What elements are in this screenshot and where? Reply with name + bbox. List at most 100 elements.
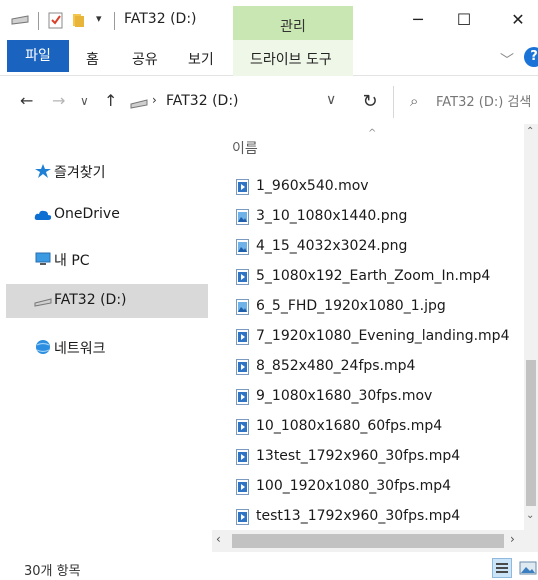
horizontal-scrollbar[interactable]: ‹ ›	[212, 530, 524, 552]
list-item[interactable]: 1_960x540.mov	[230, 172, 522, 202]
search-divider	[393, 86, 394, 118]
file-name: 6_5_FHD_1920x1080_1.jpg	[256, 298, 446, 314]
horizontal-scroll-thumb[interactable]	[232, 534, 504, 548]
video-file-icon	[236, 329, 249, 345]
sidebar-item-label: OneDrive	[54, 206, 120, 222]
file-name: 10_1080x1680_60fps.mp4	[256, 418, 443, 434]
tab-view[interactable]: 보기	[188, 49, 214, 69]
list-item[interactable]: 5_1080x192_Earth_Zoom_In.mp4	[230, 262, 522, 292]
video-file-icon	[236, 359, 249, 375]
list-item[interactable]: 8_852x480_24fps.mp4	[230, 352, 522, 382]
sidebar-item-quick-access[interactable]: 즐겨찾기	[6, 154, 208, 188]
list-item[interactable]: test13_1792x960_30fps.mp4	[230, 502, 522, 532]
tab-drive-tools[interactable]: 드라이브 도구	[250, 49, 332, 69]
search-box[interactable]: ⌕	[396, 86, 538, 118]
forward-button[interactable]: →	[52, 91, 65, 110]
list-item[interactable]: 3_10_1080x1440.png	[230, 202, 522, 232]
back-button[interactable]: ←	[20, 91, 33, 110]
navigation-pane: 즐겨찾기 OneDrive 내 PC FAT32 (D:) 네트워크	[0, 124, 210, 540]
ribbon-collapse-icon[interactable]: ﹀	[500, 50, 514, 70]
scrollbar-corner	[524, 530, 538, 552]
partial-list-item-text: · · · ·	[234, 158, 324, 164]
file-name: 9_1080x1680_30fps.mov	[256, 388, 433, 404]
computer-icon	[35, 252, 51, 265]
close-button[interactable]: ✕	[498, 8, 538, 32]
breadcrumb-arrow-icon[interactable]: ›	[152, 93, 157, 107]
title-bar: ▾ FAT32 (D:) 관리 ─ ☐ ✕	[0, 0, 538, 42]
cloud-icon	[34, 210, 52, 220]
sidebar-item-onedrive[interactable]: OneDrive	[6, 198, 208, 232]
qat-dropdown-icon[interactable]: ▾	[96, 12, 102, 25]
help-icon[interactable]: ?	[524, 47, 538, 67]
network-icon	[36, 340, 50, 354]
partial-list-item[interactable]: · · · ·	[234, 158, 324, 164]
new-folder-icon[interactable]	[72, 12, 90, 28]
sidebar-item-fat32-drive[interactable]: FAT32 (D:)	[6, 284, 208, 318]
file-name: 100_1920x1080_30fps.mp4	[256, 478, 452, 494]
sidebar-item-label: 내 PC	[54, 253, 90, 269]
up-button[interactable]: ↑	[104, 91, 117, 110]
tab-share[interactable]: 공유	[132, 49, 158, 69]
column-header-name[interactable]: 이름	[232, 138, 258, 158]
details-view-button[interactable]	[492, 558, 512, 578]
sidebar-item-network[interactable]: 네트워크	[6, 330, 208, 364]
scroll-right-icon[interactable]: ›	[510, 532, 515, 546]
star-icon	[35, 164, 51, 178]
file-name: 7_1920x1080_Evening_landing.mp4	[256, 328, 510, 344]
scroll-up-icon[interactable]: ⌃	[526, 126, 534, 137]
image-file-icon	[236, 299, 249, 315]
list-item[interactable]: 7_1920x1080_Evening_landing.mp4	[230, 322, 522, 352]
video-file-icon	[236, 419, 249, 435]
status-bar: 30개 항목	[0, 556, 538, 580]
tab-home[interactable]: 홈	[86, 49, 99, 69]
list-item[interactable]: 6_5_FHD_1920x1080_1.jpg	[230, 292, 522, 322]
list-item[interactable]: 100_1920x1080_30fps.mp4	[230, 472, 522, 502]
image-file-icon	[236, 239, 249, 255]
search-icon: ⌕	[410, 92, 419, 110]
vertical-scrollbar[interactable]: ⌃ ⌄	[524, 124, 538, 534]
minimize-button[interactable]: ─	[398, 8, 438, 32]
vertical-scroll-thumb[interactable]	[526, 360, 536, 506]
sidebar-item-label: FAT32 (D:)	[54, 292, 127, 308]
list-item[interactable]: 9_1080x1680_30fps.mov	[230, 382, 522, 412]
scroll-down-icon[interactable]: ⌄	[526, 510, 534, 521]
breadcrumb[interactable]: FAT32 (D:)	[166, 93, 239, 109]
address-dropdown-icon[interactable]: ∨	[326, 92, 336, 108]
video-file-icon	[236, 509, 249, 525]
maximize-button[interactable]: ☐	[444, 8, 484, 32]
file-name: 3_10_1080x1440.png	[256, 208, 408, 224]
sidebar-item-label: 즐겨찾기	[54, 165, 106, 181]
image-file-icon	[236, 209, 249, 225]
search-input[interactable]	[436, 90, 538, 114]
large-icons-view-icon[interactable]	[518, 560, 538, 576]
sidebar-item-this-pc[interactable]: 내 PC	[6, 242, 208, 276]
context-tab-group: 관리	[233, 6, 353, 42]
video-file-icon	[236, 179, 249, 195]
sort-ascending-icon: ^	[368, 128, 377, 139]
refresh-button[interactable]: ↻	[358, 89, 382, 115]
drive-icon[interactable]	[10, 14, 30, 26]
file-name: 1_960x540.mov	[256, 178, 369, 194]
address-bar[interactable]: › FAT32 (D:) ∨	[126, 86, 354, 118]
sidebar-item-label: 네트워크	[54, 341, 106, 357]
drive-icon	[34, 298, 52, 307]
recent-locations-button[interactable]: ∨	[80, 94, 89, 108]
tab-file[interactable]: 파일	[7, 40, 69, 72]
video-file-icon	[236, 449, 249, 465]
file-name: 13test_1792x960_30fps.mp4	[256, 448, 461, 464]
file-list-pane: 이름 ^ · · · · 1_960x540.mov 3_10_1080x1440…	[210, 124, 538, 556]
window-title: FAT32 (D:)	[124, 11, 197, 27]
file-name: 4_15_4032x3024.png	[256, 238, 408, 254]
list-item[interactable]: 13test_1792x960_30fps.mp4	[230, 442, 522, 472]
file-name: 8_852x480_24fps.mp4	[256, 358, 416, 374]
title-separator	[114, 12, 115, 30]
list-item[interactable]: 10_1080x1680_60fps.mp4	[230, 412, 522, 442]
details-view-icon	[496, 563, 508, 573]
ribbon-tabs: 파일 홈 공유 보기 드라이브 도구 ﹀ ?	[0, 40, 538, 76]
file-name: 5_1080x192_Earth_Zoom_In.mp4	[256, 268, 491, 284]
properties-icon[interactable]	[48, 11, 64, 29]
list-item[interactable]: 4_15_4032x3024.png	[230, 232, 522, 262]
scroll-left-icon[interactable]: ‹	[216, 532, 221, 546]
drive-icon	[130, 99, 148, 109]
file-name: test13_1792x960_30fps.mp4	[256, 508, 461, 524]
